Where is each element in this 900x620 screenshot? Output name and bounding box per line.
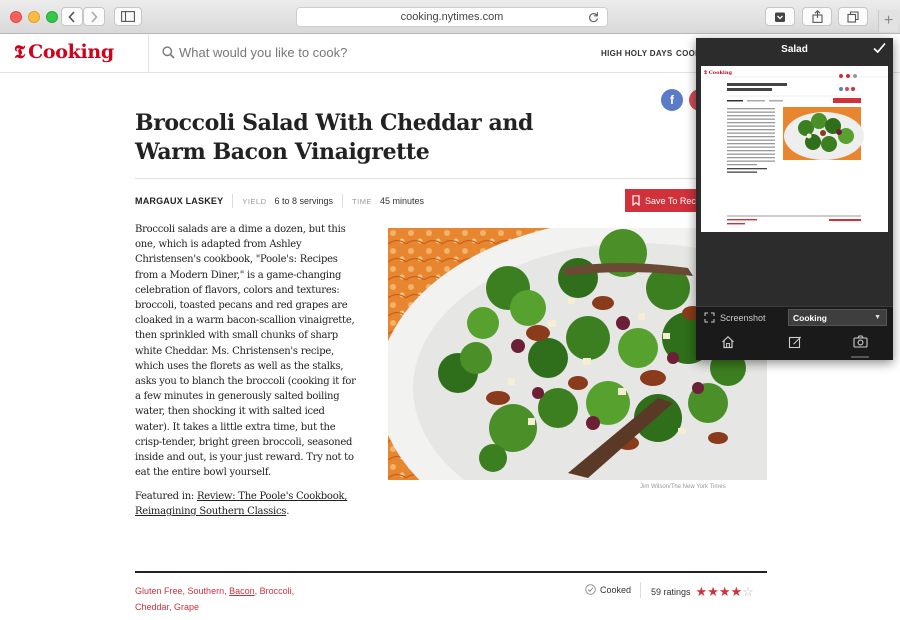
pocket-button[interactable] [765,7,795,26]
back-button[interactable] [61,7,83,26]
tabs-button[interactable] [838,7,868,26]
recipe-description: Broccoli salads are a dime a dozen, but … [135,224,356,479]
page-thumbnail: 𝕿 Cooking [701,66,888,232]
header-divider [148,34,149,73]
forward-icon [91,10,98,23]
close-window-button[interactable] [10,11,22,23]
recipe-tags: Gluten Free, Southern, Bacon, Broccoli, C… [135,586,295,612]
recipe-title: Broccoli Salad With Cheddar and Warm Bac… [135,110,533,165]
recipe-meta: MARGAUX LASKEY YIELD 6 to 8 servings TIM… [135,194,424,208]
star-filled-icon[interactable]: ★ [707,584,719,599]
bookmark-icon [632,195,640,206]
pocket-icon [775,12,785,22]
yield-value: 6 to 8 servings [274,196,334,206]
time-label: TIME [352,196,372,206]
logo-text: Cooking [28,41,114,63]
footer-rule [135,571,767,573]
facebook-share-button[interactable]: f [661,89,683,111]
back-icon [68,10,75,23]
meta-divider [342,194,344,208]
tag-link[interactable]: Cheddar [135,602,169,612]
active-tab-indicator [851,356,869,358]
sidebar-button[interactable] [114,7,142,26]
ratings-count: 59 ratings [651,587,691,597]
time-value: 45 minutes [379,196,424,206]
star-rating[interactable]: ★★★★☆ [696,584,754,600]
cooked-label: Cooked [600,584,632,595]
search-placeholder: What would you like to cook? [179,45,348,60]
destination-select[interactable]: Cooking ▼ [788,309,887,326]
share-button[interactable] [802,7,832,26]
cooked-toggle[interactable]: Cooked [585,584,631,595]
address-bar[interactable]: cooking.nytimes.com [296,7,608,27]
screenshot-toggle[interactable]: Screenshot [704,312,766,323]
reload-icon[interactable] [588,11,599,23]
tag-link[interactable]: Bacon [229,586,255,596]
tabs-icon [847,10,859,23]
star-filled-icon[interactable]: ★ [719,584,731,599]
featured-suffix: . [286,506,290,518]
title-divider [135,178,767,179]
tag-link[interactable]: Grape [174,602,199,612]
sidebar-icon [121,11,135,22]
search-input[interactable]: What would you like to cook? [162,45,347,60]
facebook-icon: f [670,93,674,107]
tag-link[interactable]: Southern [188,586,225,596]
star-filled-icon[interactable]: ★ [696,584,708,599]
share-extension-panel: Salad 𝕿 Cooking Screenshot Cooking ▼ [696,38,893,360]
destination-value: Cooking [793,312,827,323]
check-circle-icon [585,584,596,595]
svg-text:𝕿 Cooking: 𝕿 Cooking [704,70,732,76]
nav-high-holy-days[interactable]: HIGH HOLY DAYS [601,49,672,58]
yield-label: YIELD [242,196,267,206]
tag-link[interactable]: Gluten Free [135,586,183,596]
panel-divider [696,306,893,307]
save-button-label: Save To Reci [645,195,698,206]
panel-title: Salad [781,44,808,55]
star-empty-icon[interactable]: ☆ [742,584,754,599]
minimize-window-button[interactable] [28,11,40,23]
tag-link[interactable]: Broccoli [260,586,292,596]
featured-prefix: Featured in: [135,491,197,502]
search-icon [162,46,175,59]
footer-divider [640,582,641,598]
featured-in: Featured in: Review: The Poole's Cookboo… [135,489,357,519]
home-icon[interactable] [721,335,735,349]
done-check-icon[interactable] [873,42,886,54]
nyt-logo-mark: 𝕿 [14,41,26,63]
edit-icon[interactable] [788,335,802,349]
cooking-logo[interactable]: 𝕿 Cooking [14,41,114,63]
save-to-recipe-box-button[interactable]: Save To Reci [625,189,705,212]
ratings: 59 ratings ★★★★☆ [651,584,754,600]
camera-icon[interactable] [853,335,868,348]
screenshot-label: Screenshot [720,312,766,323]
meta-divider [232,194,234,208]
url-text: cooking.nytimes.com [400,11,504,23]
star-filled-icon[interactable]: ★ [731,584,743,599]
forward-button[interactable] [83,7,105,26]
zoom-window-button[interactable] [46,11,58,23]
browser-toolbar: cooking.nytimes.com + [0,0,900,34]
share-icon [811,10,823,23]
new-tab-button[interactable]: + [878,10,898,32]
recipe-author[interactable]: MARGAUX LASKEY [135,196,223,206]
caret-down-icon: ▼ [874,314,881,321]
screenshot-icon [704,312,715,323]
photo-credit: Jim Wilson/The New York Times [640,484,726,490]
